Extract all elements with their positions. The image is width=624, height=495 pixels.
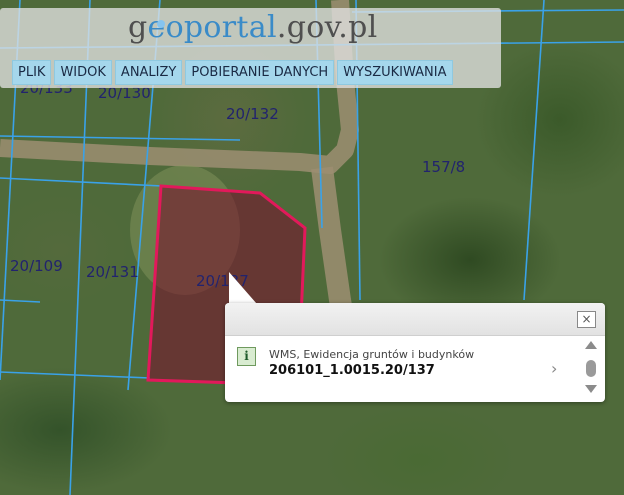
logo-highlight: eoportal (147, 10, 277, 45)
parcel-label: 157/8 (422, 158, 466, 176)
top-toolbar: geoportal.gov.pl PLIK WIDOK ANALIZY POBI… (0, 8, 501, 88)
popup-header: × (225, 303, 605, 336)
scroll-down-icon[interactable] (585, 385, 597, 393)
scroll-thumb[interactable] (586, 360, 596, 377)
logo-prefix: g (128, 10, 148, 45)
menu-pobieranie-danych[interactable]: POBIERANIE DANYCH (185, 60, 335, 85)
parcel-label: 20/132 (226, 105, 279, 123)
scroll-up-icon[interactable] (585, 341, 597, 349)
logo-dot-icon (157, 20, 165, 28)
site-logo[interactable]: geoportal.gov.pl (128, 10, 378, 45)
menu-analizy[interactable]: ANALIZY (114, 60, 183, 85)
parcel-label: 20/131 (86, 263, 139, 281)
chevron-right-icon[interactable]: › (551, 359, 557, 378)
popup-layer-name: WMS, Ewidencja gruntów i budynków (269, 348, 475, 361)
logo-suffix: .gov.pl (276, 10, 378, 45)
popup-pointer (229, 272, 257, 304)
menu-plik[interactable]: PLIK (12, 60, 52, 85)
menu-wyszukiwania[interactable]: WYSZUKIWANIA (337, 60, 453, 85)
popup-parcel-id: 206101_1.0015.20/137 (269, 363, 435, 378)
close-icon[interactable]: × (577, 311, 596, 328)
popup-scrollbar[interactable] (583, 339, 599, 399)
main-menu: PLIK WIDOK ANALIZY POBIERANIE DANYCH WYS… (12, 60, 453, 85)
info-icon: i (237, 347, 256, 366)
menu-widok[interactable]: WIDOK (54, 60, 112, 85)
feature-info-popup: × i WMS, Ewidencja gruntów i budynków 20… (225, 303, 605, 402)
parcel-label: 20/109 (10, 257, 63, 275)
